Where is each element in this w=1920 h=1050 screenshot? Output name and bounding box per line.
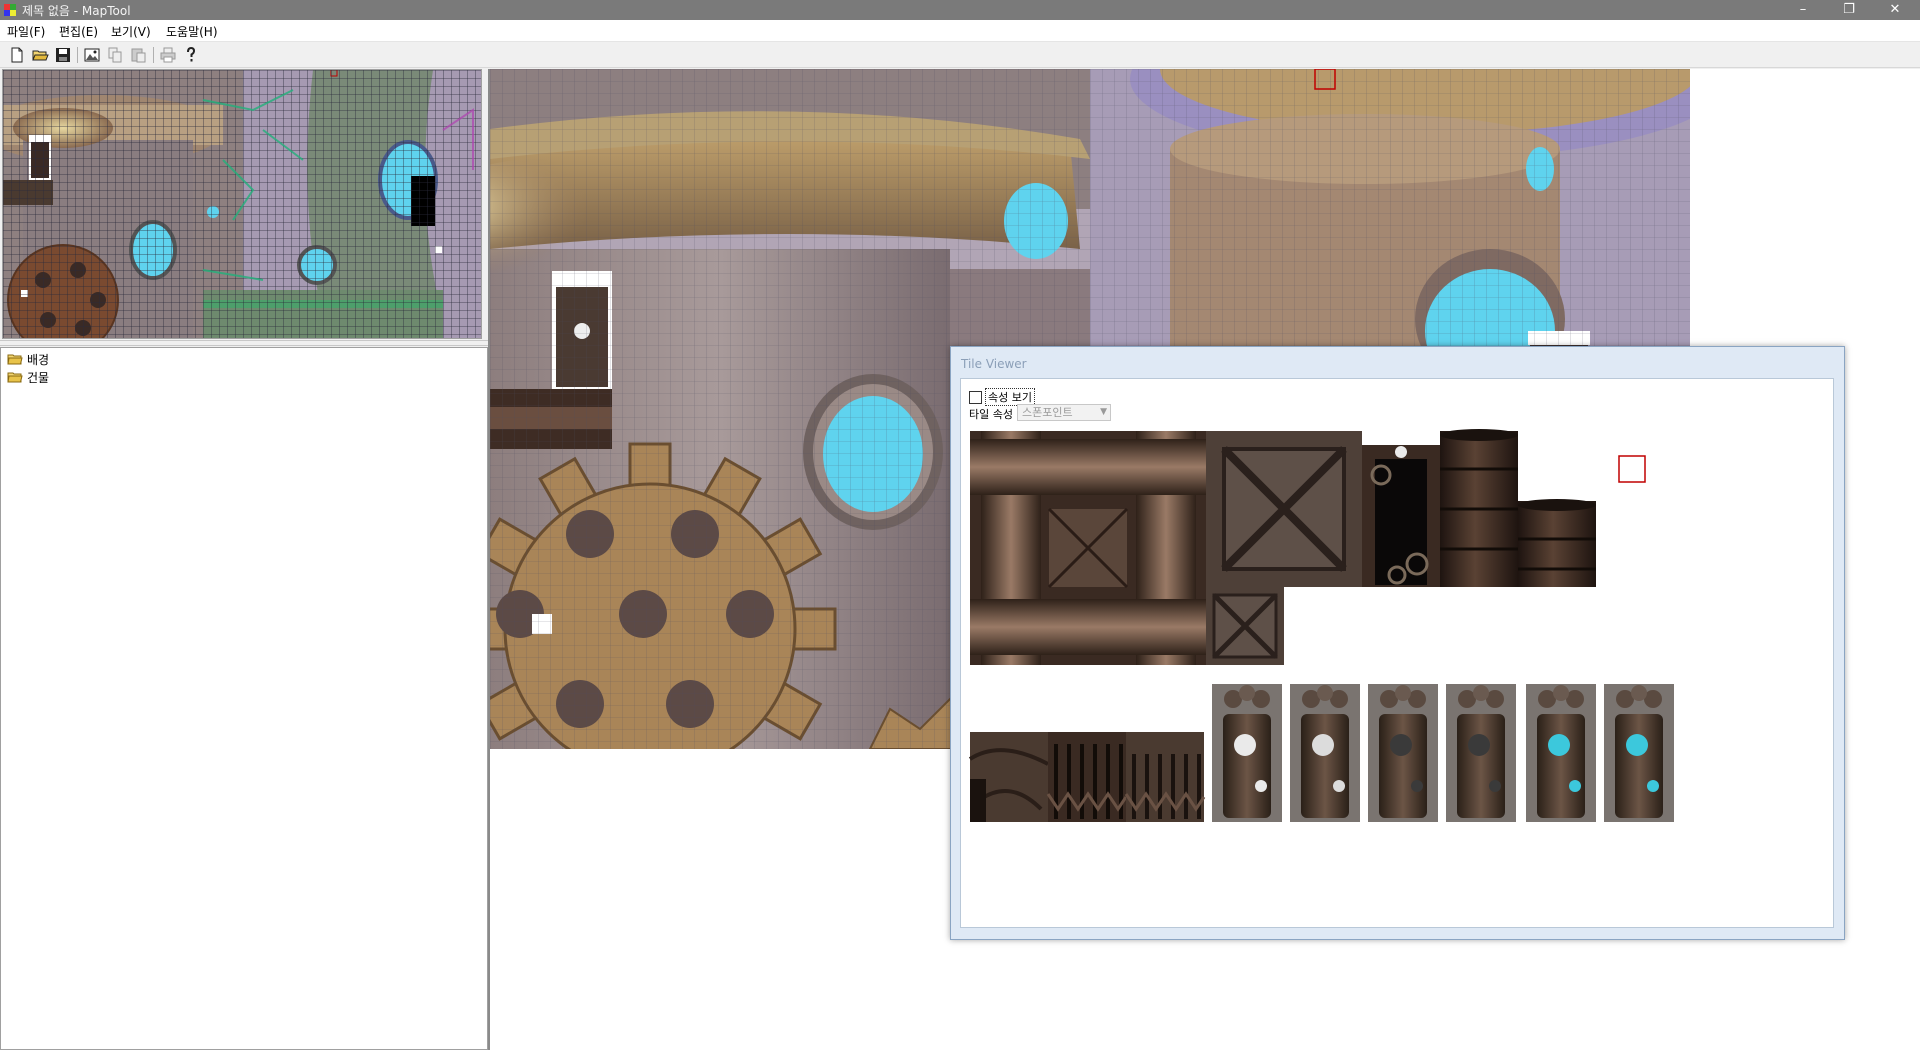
chevron-down-icon: ▼ <box>1100 407 1107 417</box>
tile-spawn-tank-5[interactable] <box>1526 684 1596 822</box>
minimap[interactable] <box>2 69 482 339</box>
tree-item-label: 건물 <box>27 370 50 385</box>
tile-fence-b[interactable] <box>1124 732 1206 822</box>
image-icon[interactable] <box>83 46 101 64</box>
folder-icon <box>7 354 23 365</box>
tile-spawn-tank-6[interactable] <box>1604 684 1674 822</box>
minimize-button[interactable]: – <box>1780 0 1826 20</box>
window-title: 제목 없음 - MapTool <box>22 4 131 18</box>
layer-tree[interactable]: 배경 건물 <box>0 347 488 1050</box>
tile-selection-cursor <box>1618 455 1646 483</box>
save-icon[interactable] <box>54 46 72 64</box>
title-bar: 제목 없음 - MapTool – ❐ ✕ <box>0 0 1920 20</box>
tile-spawn-tank-2[interactable] <box>1290 684 1360 822</box>
toolbar <box>0 43 1920 68</box>
tile-barrel-tall[interactable] <box>1440 429 1518 587</box>
tile-barrel-short[interactable] <box>1518 499 1596 587</box>
paste-icon[interactable] <box>129 46 147 64</box>
menu-help[interactable]: 도움말(H) <box>166 23 218 40</box>
tile-spawn-tank-1[interactable] <box>1212 684 1282 822</box>
menu-edit[interactable]: 편집(E) <box>59 23 98 40</box>
tile-sheet[interactable] <box>961 379 1835 929</box>
restore-button[interactable]: ❐ <box>1826 0 1872 20</box>
tile-spawn-tank-3[interactable] <box>1368 684 1438 822</box>
tile-viewer-client: 속성 보기 타일 속성 스폰포인트 ▼ <box>960 378 1834 928</box>
tile-crate-small[interactable] <box>1206 587 1284 665</box>
toolbar-separator <box>153 47 154 63</box>
tree-item-background[interactable]: 배경 <box>7 351 49 367</box>
tile-crate-large[interactable] <box>1206 431 1362 587</box>
close-button[interactable]: ✕ <box>1872 0 1918 20</box>
new-file-icon[interactable] <box>8 46 26 64</box>
copy-icon[interactable] <box>106 46 124 64</box>
tile-gear-door[interactable] <box>1362 445 1440 587</box>
print-icon[interactable] <box>159 46 177 64</box>
tile-viewer-window[interactable]: Tile Viewer 속성 보기 타일 속성 스폰포인트 ▼ <box>950 346 1845 940</box>
checkbox-box[interactable] <box>969 390 982 404</box>
tile-fence-a[interactable] <box>1046 732 1128 822</box>
tile-property-select[interactable]: 스폰포인트 ▼ <box>1017 404 1111 421</box>
tile-viewer-title: Tile Viewer <box>961 357 1027 371</box>
app-icon[interactable] <box>3 3 17 17</box>
tile-property-label: 타일 속성 <box>969 408 1013 421</box>
menu-bar: 파일(F) 편집(E) 보기(V) 도움말(H) <box>0 20 1920 42</box>
open-folder-icon[interactable] <box>31 46 49 64</box>
map-view[interactable]: Tile Viewer 속성 보기 타일 속성 스폰포인트 ▼ <box>490 69 1920 1050</box>
tile-rock-wall[interactable] <box>968 732 1049 822</box>
tree-item-building[interactable]: 건물 <box>7 369 49 385</box>
menu-view[interactable]: 보기(V) <box>111 23 151 40</box>
help-icon[interactable] <box>182 46 200 64</box>
minimap-canvas[interactable] <box>3 70 482 339</box>
tile-property-value: 스폰포인트 <box>1022 406 1073 419</box>
tile-pipe-junction[interactable] <box>970 431 1206 665</box>
tree-item-label: 배경 <box>27 352 50 367</box>
toolbar-separator <box>77 47 78 63</box>
menu-file[interactable]: 파일(F) <box>7 23 45 40</box>
tile-spawn-tank-4[interactable] <box>1446 684 1516 822</box>
left-pane-splitter[interactable] <box>0 340 488 346</box>
folder-icon <box>7 372 23 383</box>
